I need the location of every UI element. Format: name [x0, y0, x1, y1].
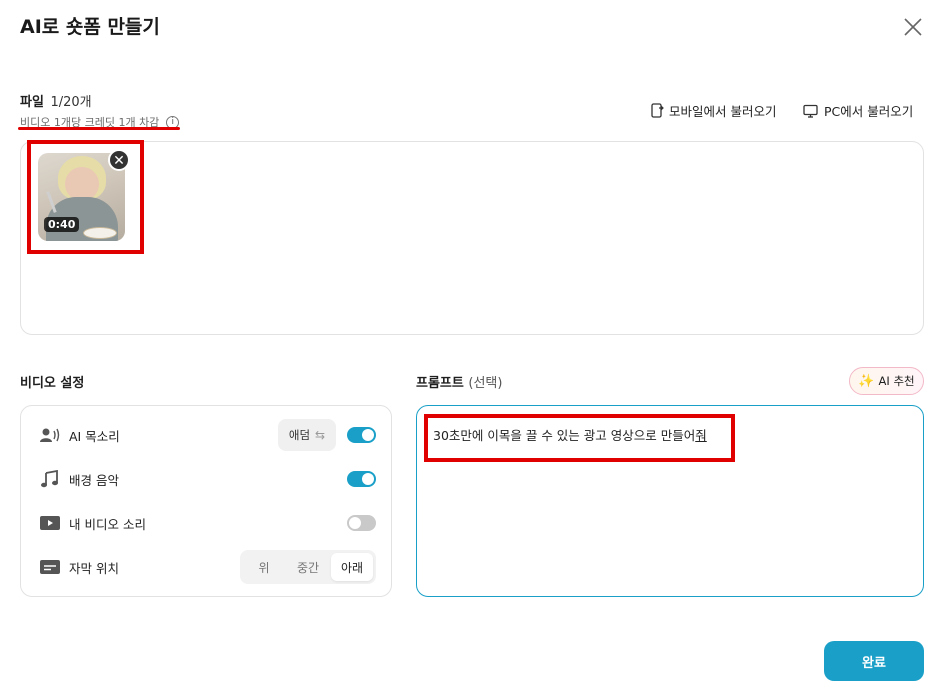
- import-from-pc-button[interactable]: PC에서 불러오기: [803, 101, 913, 120]
- import-pc-label: PC에서 불러오기: [824, 104, 914, 119]
- file-drop-area[interactable]: [20, 141, 924, 335]
- subtitle-option-top[interactable]: 위: [243, 553, 285, 581]
- toggle-knob: [349, 517, 361, 529]
- prompt-optional-label: (선택): [468, 376, 503, 391]
- annotation-box-thumbnail: [27, 140, 144, 254]
- setting-row-ai-voice: AI 목소리 애덤 ⇆: [21, 418, 391, 452]
- ai-voice-toggle[interactable]: [347, 427, 376, 443]
- setting-row-bgm: 배경 음악: [21, 462, 391, 496]
- file-section-label: 파일 1/20개: [20, 91, 92, 110]
- ai-recommend-label: AI 추천: [878, 374, 915, 388]
- mobile-import-icon: [651, 103, 664, 118]
- video-settings-title: 비디오 설정: [20, 376, 85, 391]
- voice-name: 애덤: [288, 428, 311, 442]
- subtitle-position-label: 자막 위치: [69, 560, 119, 576]
- toggle-knob: [362, 473, 374, 485]
- annotation-underline: [18, 127, 180, 130]
- play-icon: [39, 514, 61, 532]
- done-button[interactable]: 완료: [824, 641, 924, 681]
- subtitle-icon: [39, 558, 61, 576]
- voice-user-icon: [39, 426, 61, 444]
- bgm-toggle[interactable]: [347, 471, 376, 487]
- ai-recommend-button[interactable]: ✨ AI 추천: [849, 367, 924, 395]
- setting-row-my-sound: 내 비디오 소리: [21, 506, 391, 540]
- bgm-label: 배경 음악: [69, 472, 119, 488]
- subtitle-position-selector: 위 중간 아래: [240, 550, 376, 584]
- voice-select-chip[interactable]: 애덤 ⇆: [278, 419, 336, 451]
- monitor-icon: [803, 104, 818, 118]
- prompt-title-text: 프롬프트: [416, 376, 464, 391]
- close-icon[interactable]: [902, 16, 924, 38]
- ai-voice-label: AI 목소리: [69, 428, 120, 444]
- import-from-mobile-button[interactable]: 모바일에서 불러오기: [650, 101, 776, 120]
- subtitle-option-bottom[interactable]: 아래: [331, 553, 373, 581]
- annotation-box-prompt: [424, 414, 735, 462]
- prompt-title: 프롬프트 (선택): [416, 372, 502, 391]
- dialog-title: AI로 숏폼 만들기: [20, 16, 160, 38]
- subtitle-option-middle[interactable]: 중간: [287, 553, 329, 581]
- setting-row-subtitle-position: 자막 위치 위 중간 아래: [21, 550, 391, 584]
- my-video-sound-label: 내 비디오 소리: [69, 516, 146, 532]
- video-settings-panel: AI 목소리 애덤 ⇆ 배경 음악 내 비디오 소리 자막 위치 위 중간 아래: [20, 405, 392, 597]
- toggle-knob: [362, 429, 374, 441]
- swap-icon: ⇆: [315, 428, 326, 442]
- file-label-text: 파일: [20, 95, 44, 110]
- import-mobile-label: 모바일에서 불러오기: [669, 104, 777, 119]
- file-count: 1/20개: [50, 95, 92, 110]
- my-video-sound-toggle[interactable]: [347, 515, 376, 531]
- music-note-icon: [39, 470, 61, 488]
- sparkle-icon: ✨: [858, 373, 875, 389]
